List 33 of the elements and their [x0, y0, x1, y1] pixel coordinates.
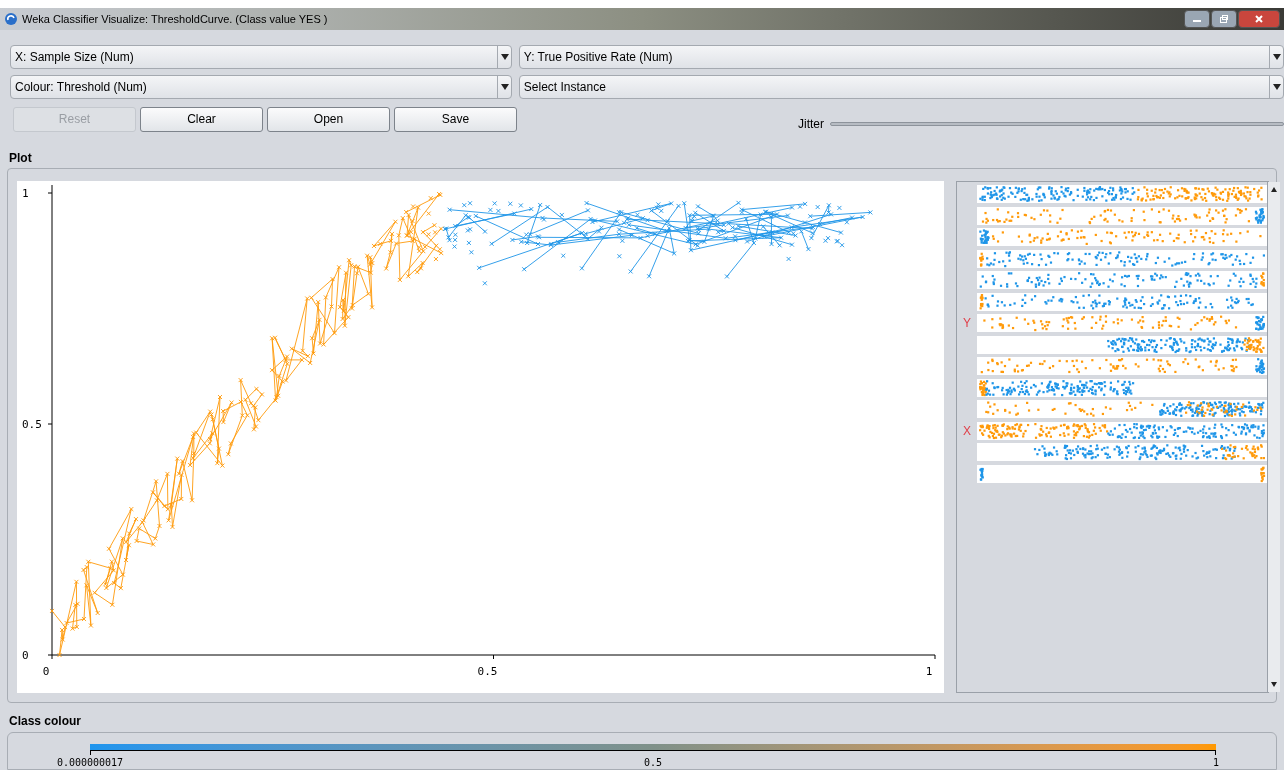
app-icon [4, 12, 18, 26]
toolbar-button[interactable]: Open [267, 106, 390, 132]
window-title: Weka Classifier Visualize: ThresholdCurve. (Class value YES ) [22, 11, 328, 27]
y-tick-label: 1 [22, 187, 29, 200]
scale-tick-label: 0.000000017 [56, 756, 124, 770]
scale-tick-label: 1 [1213, 756, 1219, 770]
dropdown[interactable]: Colour: Threshold (Num) [10, 75, 512, 99]
x-tick-label: 0.5 [477, 665, 498, 678]
axis-marker: X [963, 422, 971, 440]
close-icon [1254, 14, 1264, 24]
jitter-label: Jitter [798, 116, 824, 133]
dropdown[interactable]: Y: True Positive Rate (Num) [518, 45, 1284, 69]
scrollbar[interactable] [1267, 182, 1280, 692]
close-button[interactable] [1238, 10, 1280, 28]
dropdown-arrow-icon [496, 46, 511, 68]
maximize-button[interactable] [1211, 10, 1237, 28]
scale-tick-label: 0.5 [643, 756, 663, 770]
plot-section-title: Plot [9, 150, 33, 167]
minimize-button[interactable] [1184, 10, 1210, 28]
x-tick-label: 1 [925, 665, 933, 678]
restore-icon [1219, 14, 1229, 24]
dropdown-arrow-icon [1269, 76, 1283, 98]
toolbar-button[interactable]: Clear [140, 106, 263, 132]
dropdown-arrow-icon [496, 76, 511, 98]
y-tick-label: 0 [22, 649, 29, 662]
class-colour-title: Class colour [9, 713, 83, 730]
y-tick-label: 0.5 [22, 418, 42, 431]
dropdown[interactable]: X: Sample Size (Num) [10, 45, 512, 69]
dropdown[interactable]: Select Instance [518, 75, 1284, 99]
toolbar-button[interactable]: Save [394, 106, 517, 132]
dropdown-arrow-icon [1269, 46, 1283, 68]
x-tick-label: 0 [42, 665, 50, 678]
axis-marker: Y [963, 315, 971, 332]
